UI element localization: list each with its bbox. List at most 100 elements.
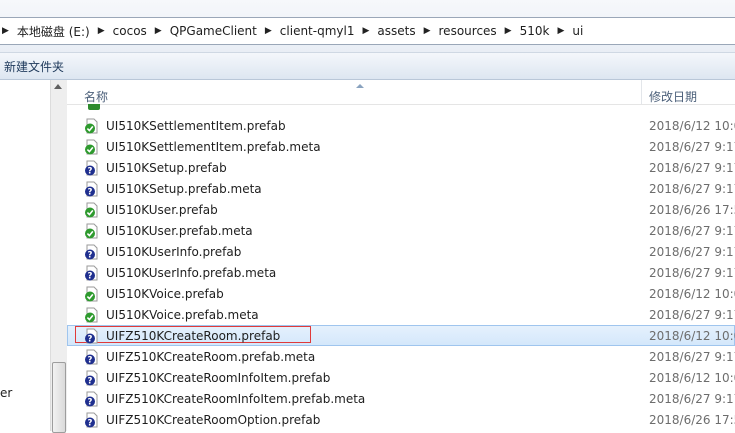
versioned-green-check-icon [84,223,100,239]
breadcrumb-item[interactable]: resources [434,18,502,44]
unversioned-question-icon: ? [84,391,100,408]
file-name: UIFZ510KCreateRoomInfoItem.prefab [106,371,331,385]
file-name: UIFZ510KCreateRoom.prefab [106,329,281,343]
file-row[interactable]: ? UI510KUserInfo.prefab 2018/6/27 9:17 [67,241,735,262]
svg-text:?: ? [88,251,93,260]
svg-text:?: ? [88,272,93,281]
column-divider[interactable] [641,80,642,104]
unversioned-question-icon: ? [84,265,100,282]
file-row[interactable]: ? UI510KUserInfo.prefab.meta 2018/6/27 9:1… [67,262,735,283]
breadcrumb-separator-icon[interactable]: ▶ [152,18,165,44]
file-row[interactable]: ? UIFZ510KCreateRoomOption.prefab 2018/6/2… [67,409,735,430]
file-name: UI510KSetup.prefab [106,161,227,175]
nav-item-label[interactable]: er [0,386,12,400]
file-name: UI510KSettlementItem.prefab.meta [106,140,321,154]
partially-visible-row [88,104,238,110]
file-row[interactable]: UI510KVoice.prefab.meta 2018/6/27 9:17 [67,304,735,325]
versioned-green-check-icon [84,139,100,155]
navigation-pane[interactable]: er [0,80,51,431]
breadcrumb-item[interactable]: assets [372,18,420,44]
file-name: UI510KUser.prefab.meta [106,224,253,238]
breadcrumb-separator-icon[interactable]: ▶ [502,18,515,44]
versioned-green-check-icon [84,307,100,323]
toolbar: 新建文件夹 [0,53,735,80]
breadcrumb-separator-icon[interactable]: ▶ [359,18,372,44]
breadcrumb-separator-icon[interactable]: ▶ [554,18,567,44]
unversioned-question-icon: ? [84,328,100,345]
breadcrumb-item[interactable]: QPGameClient [165,18,262,44]
breadcrumb-item[interactable]: cocos [108,18,152,44]
file-name: UI510KUserInfo.prefab.meta [106,266,277,280]
file-modified-date: 2018/6/27 9:17 [649,308,735,322]
breadcrumb[interactable]: ▶ 本地磁盘 (E:) ▶ cocos ▶ QPGameClient ▶ client-qmy… [0,17,735,45]
breadcrumb-item[interactable]: 510k [515,18,555,44]
file-modified-date: 2018/6/12 10:0 [649,119,735,133]
file-modified-date: 2018/6/26 17:5 [649,413,735,427]
svg-text:?: ? [88,335,93,344]
unversioned-question-icon: ? [84,160,100,177]
versioned-green-check-icon [84,202,100,218]
sort-ascending-icon [356,84,364,88]
file-row[interactable]: ? UI510KSetup.prefab.meta 2018/6/27 9:17 [67,178,735,199]
unversioned-question-icon: ? [84,370,100,387]
breadcrumb-item[interactable]: ui [567,18,588,44]
file-row[interactable]: ? UIFZ510KCreateRoomInfoItem.prefab 2018/6… [67,367,735,388]
breadcrumb-separator-icon[interactable]: ▶ [421,18,434,44]
file-row[interactable]: UI510KSettlementItem.prefab.meta 2018/6/2… [67,136,735,157]
column-header-name[interactable]: 名称 [84,88,108,105]
breadcrumb-item[interactable]: 本地磁盘 (E:) [12,18,95,44]
file-name: UIFZ510KCreateRoomInfoItem.prefab.meta [106,392,366,406]
file-name: UI510KUserInfo.prefab [106,245,242,259]
unversioned-question-icon: ? [84,412,100,429]
versioned-green-check-icon [84,118,100,134]
file-row[interactable]: UI510KUser.prefab 2018/6/26 17:5 [67,199,735,220]
svg-text:?: ? [88,398,93,407]
file-name: UI510KSettlementItem.prefab [106,119,286,133]
file-row[interactable]: ? UIFZ510KCreateRoom.prefab.meta 2018/6/27… [67,346,735,367]
column-header-row: 名称 修改日期 [67,80,735,105]
file-modified-date: 2018/6/12 10:0 [649,329,735,343]
scroll-up-arrow-icon[interactable] [54,84,62,89]
svg-text:?: ? [88,188,93,197]
file-name: UI510KVoice.prefab.meta [106,308,259,322]
svg-text:?: ? [88,167,93,176]
file-icon [88,104,100,110]
scrollbar-thumb[interactable] [52,362,66,433]
file-modified-date: 2018/6/27 9:17 [649,182,735,196]
file-modified-date: 2018/6/27 9:17 [649,392,735,406]
file-modified-date: 2018/6/27 9:17 [649,224,735,238]
breadcrumb-separator-icon[interactable]: ▶ [0,18,12,44]
file-row[interactable]: UI510KUser.prefab.meta 2018/6/27 9:17 [67,220,735,241]
new-folder-button[interactable]: 新建文件夹 [4,58,64,75]
file-modified-date: 2018/6/27 9:17 [649,350,735,364]
file-modified-date: 2018/6/27 9:17 [649,266,735,280]
navigation-scrollbar[interactable] [50,80,68,433]
svg-text:?: ? [88,419,93,428]
unversioned-question-icon: ? [84,181,100,198]
file-modified-date: 2018/6/27 9:17 [649,161,735,175]
svg-text:?: ? [88,377,93,386]
column-header-modified[interactable]: 修改日期 [649,88,697,105]
file-name: UIFZ510KCreateRoom.prefab.meta [106,350,316,364]
versioned-green-check-icon [84,286,100,302]
breadcrumb-separator-icon[interactable]: ▶ [262,18,275,44]
file-row[interactable]: UI510KVoice.prefab 2018/6/12 10:0 [67,283,735,304]
unversioned-question-icon: ? [84,349,100,366]
file-list: 名称 修改日期 UI510KSettlementItem.prefab 2018/… [67,80,735,431]
breadcrumb-item[interactable]: client-qmyl1 [275,18,360,44]
file-modified-date: 2018/6/12 10:0 [649,371,735,385]
file-rows: UI510KSettlementItem.prefab 2018/6/12 10:… [67,115,735,430]
file-row[interactable]: UI510KSettlementItem.prefab 2018/6/12 10:… [67,115,735,136]
address-bar-area: ▶ 本地磁盘 (E:) ▶ cocos ▶ QPGameClient ▶ client-qmy… [0,0,735,53]
file-name: UI510KVoice.prefab [106,287,224,301]
file-row[interactable]: ? UI510KSetup.prefab 2018/6/27 9:17 [67,157,735,178]
breadcrumb-separator-icon[interactable]: ▶ [95,18,108,44]
unversioned-question-icon: ? [84,244,100,261]
file-row[interactable]: ? UIFZ510KCreateRoom.prefab 2018/6/12 10:0 [67,325,735,346]
file-row[interactable]: ? UIFZ510KCreateRoomInfoItem.prefab.meta 2… [67,388,735,409]
file-modified-date: 2018/6/27 9:17 [649,245,735,259]
svg-text:?: ? [88,356,93,365]
file-name: UIFZ510KCreateRoomOption.prefab [106,413,321,427]
file-name: UI510KUser.prefab [106,203,218,217]
file-modified-date: 2018/6/27 9:17 [649,140,735,154]
